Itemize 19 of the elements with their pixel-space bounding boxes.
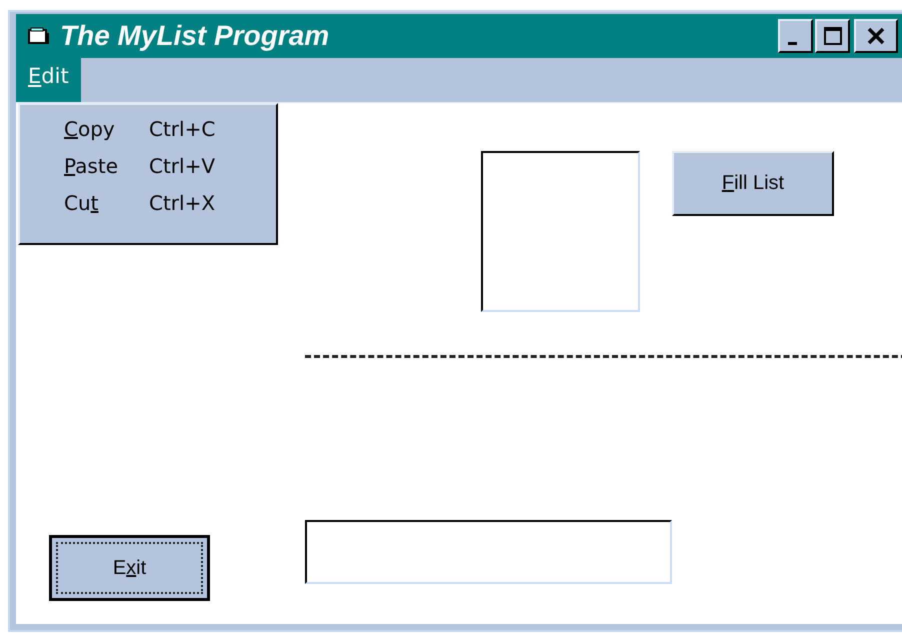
maximize-icon (822, 26, 842, 46)
close-button[interactable] (854, 19, 898, 53)
menu-option[interactable]: Copy (64, 117, 149, 141)
minimize-button[interactable] (778, 19, 813, 53)
exit-button[interactable]: Exit (49, 535, 210, 601)
list-box[interactable] (481, 151, 640, 312)
menu-item[interactable]: Edit (16, 58, 81, 102)
minimize-icon (788, 42, 797, 44)
shortcut-label: Ctrl+V (149, 154, 216, 178)
maximize-button[interactable] (815, 19, 850, 53)
menu-option[interactable]: Cut (64, 191, 149, 215)
shortcut-label: Ctrl+X (149, 191, 216, 215)
window-app-icon (28, 27, 50, 45)
shortcut-label: Ctrl+C (149, 117, 216, 141)
window-title: The MyList Program (60, 20, 330, 52)
close-icon (866, 26, 886, 46)
text-field[interactable] (305, 520, 672, 584)
menu-option[interactable]: Paste (64, 154, 149, 178)
fill-list-button[interactable]: Fill List (672, 151, 834, 216)
